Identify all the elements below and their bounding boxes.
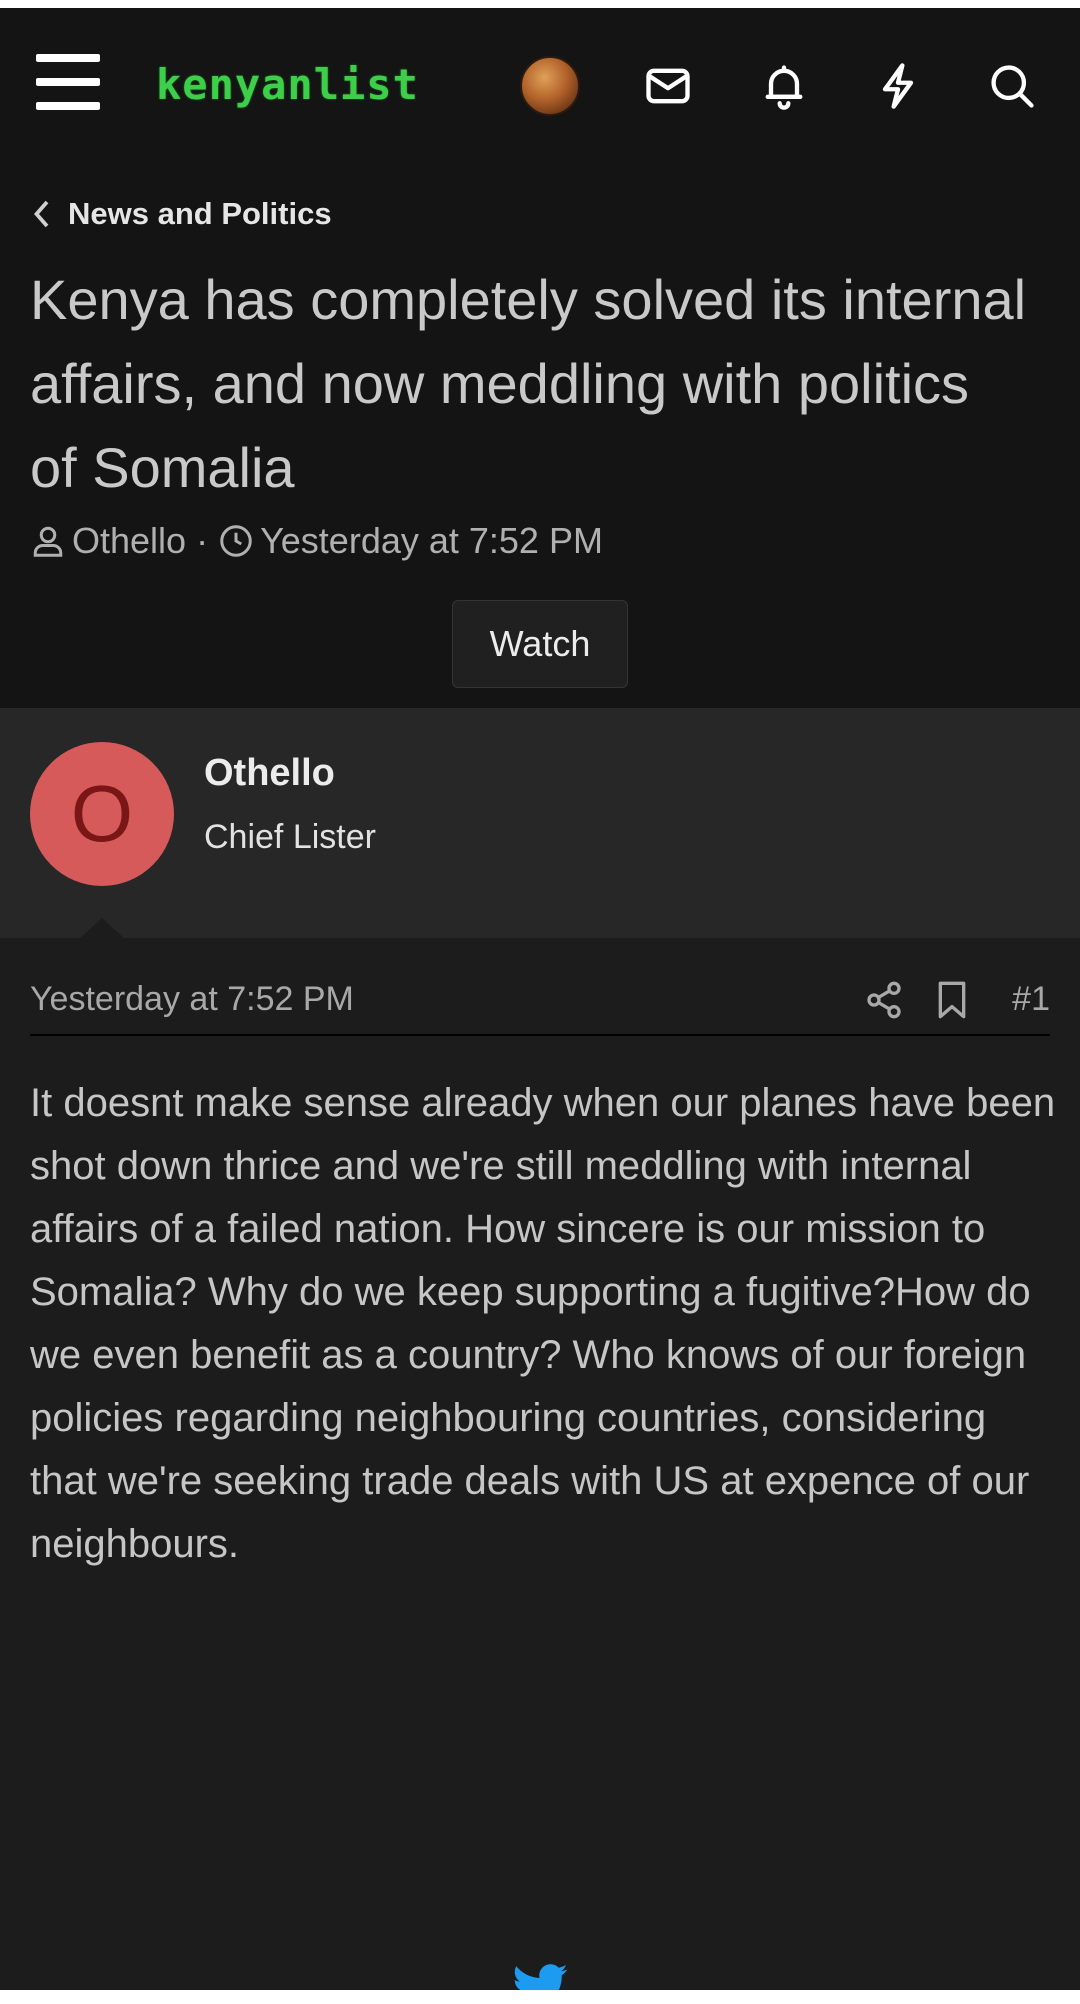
user-block-pointer <box>80 918 124 938</box>
bookmark-icon[interactable] <box>934 980 970 1020</box>
twitter-icon[interactable] <box>494 1958 586 1990</box>
top-bar: kenyanlist <box>0 8 1080 158</box>
lightning-icon[interactable] <box>870 58 926 114</box>
clock-icon <box>220 525 252 557</box>
menu-line <box>36 102 100 110</box>
bell-icon[interactable] <box>756 58 812 114</box>
site-logo[interactable]: kenyanlist <box>156 60 419 109</box>
share-icon[interactable] <box>864 980 904 1020</box>
post-body: It doesnt make sense already when our pl… <box>30 1081 1056 1566</box>
menu-line <box>36 78 100 86</box>
thread-time[interactable]: Yesterday at 7:52 PM <box>260 520 603 562</box>
user-icon <box>33 526 63 557</box>
thread-meta: Othello · Yesterday at 7:52 PM <box>30 520 603 562</box>
breadcrumb[interactable]: News and Politics <box>30 196 332 232</box>
watch-button[interactable]: Watch <box>452 600 628 688</box>
thread-author[interactable]: Othello <box>72 520 186 562</box>
post-user-title: Chief Lister <box>204 818 376 856</box>
post-number[interactable]: #1 <box>1012 980 1050 1019</box>
search-icon[interactable] <box>984 58 1040 114</box>
thread-title: Kenya has completely solved its internal… <box>30 268 1027 499</box>
chevron-left-icon <box>34 200 49 228</box>
menu-icon[interactable] <box>36 54 100 110</box>
thread-header: News and Politics Kenya has completely s… <box>0 158 1080 708</box>
post-user-block: O Othello Chief Lister <box>0 708 1080 938</box>
post-time[interactable]: Yesterday at 7:52 PM <box>30 980 354 1019</box>
breadcrumb-label[interactable]: News and Politics <box>68 196 332 232</box>
post-header: Yesterday at 7:52 PM #1 <box>30 976 1050 1036</box>
mail-icon[interactable] <box>640 58 696 114</box>
app-frame: kenyanlist News and Politics Kenya has c… <box>0 8 1080 1990</box>
post-username[interactable]: Othello <box>204 752 335 795</box>
post-avatar[interactable]: O <box>30 742 174 886</box>
meta-separator: · <box>196 520 209 561</box>
menu-line <box>36 54 100 62</box>
user-avatar-menu[interactable] <box>520 56 580 116</box>
